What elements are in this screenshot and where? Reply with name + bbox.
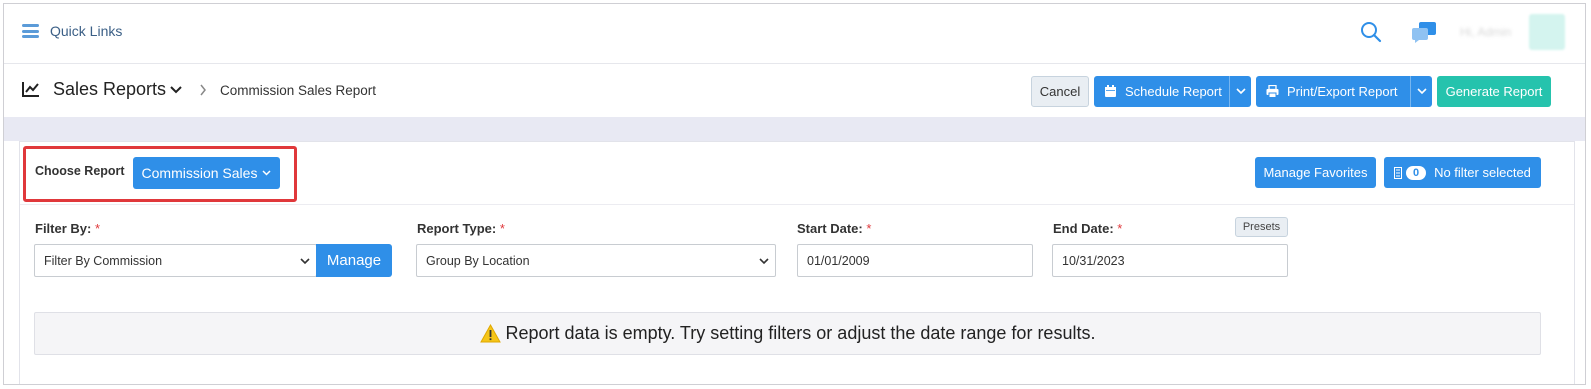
presets-button[interactable]: Presets bbox=[1235, 217, 1288, 237]
report-type-label: Report Type: * bbox=[417, 221, 505, 236]
page-header: Sales Reports Commission Sales Report Ca… bbox=[4, 65, 1585, 117]
hamburger-icon[interactable] bbox=[22, 24, 39, 38]
filter-icon bbox=[1394, 166, 1403, 179]
schedule-dropdown-toggle[interactable] bbox=[1229, 76, 1251, 107]
start-date-label: Start Date: * bbox=[797, 221, 871, 236]
start-date-label-text: Start Date: bbox=[797, 221, 863, 236]
report-card: Choose Report Commission Sales Manage Fa… bbox=[19, 141, 1575, 384]
schedule-report-button[interactable]: Schedule Report bbox=[1094, 76, 1251, 107]
printer-icon bbox=[1266, 85, 1279, 98]
content-background bbox=[4, 117, 1585, 141]
quick-links-link[interactable]: Quick Links bbox=[50, 23, 122, 39]
chevron-down-icon bbox=[759, 258, 769, 265]
report-type-select[interactable]: Group By Location bbox=[416, 244, 776, 277]
required-mark: * bbox=[1117, 221, 1123, 236]
start-date-input[interactable]: 01/01/2009 bbox=[797, 244, 1033, 277]
filter-status-button[interactable]: 0 No filter selected bbox=[1384, 157, 1541, 188]
manage-button[interactable]: Manage bbox=[316, 244, 392, 277]
chevron-down-icon bbox=[300, 258, 310, 265]
empty-report-alert: Report data is empty. Try setting filter… bbox=[34, 312, 1541, 355]
end-date-label-text: End Date: bbox=[1053, 221, 1114, 236]
cancel-button[interactable]: Cancel bbox=[1031, 76, 1089, 107]
required-mark: * bbox=[499, 221, 505, 236]
filter-count-badge: 0 bbox=[1406, 165, 1427, 180]
print-export-label: Print/Export Report bbox=[1287, 84, 1398, 99]
choose-report-label: Choose Report bbox=[35, 164, 125, 178]
print-dropdown-toggle[interactable] bbox=[1410, 76, 1432, 107]
breadcrumb: Commission Sales Report bbox=[220, 83, 377, 98]
end-date-label: End Date: * bbox=[1053, 221, 1122, 236]
filter-by-label-text: Filter By: bbox=[35, 221, 92, 236]
filter-by-value: Filter By Commission bbox=[44, 253, 163, 268]
chat-icon[interactable] bbox=[1410, 20, 1438, 44]
choose-report-value: Commission Sales bbox=[141, 165, 258, 181]
generate-report-button[interactable]: Generate Report bbox=[1437, 76, 1551, 107]
required-mark: * bbox=[866, 221, 872, 236]
filter-by-select[interactable]: Filter By Commission bbox=[34, 244, 317, 277]
filter-status-label: No filter selected bbox=[1434, 165, 1531, 180]
choose-report-dropdown[interactable]: Commission Sales bbox=[133, 157, 280, 189]
chart-icon bbox=[22, 82, 39, 97]
empty-report-message: Report data is empty. Try setting filter… bbox=[505, 323, 1096, 343]
top-bar: Quick Links Hi, Admin bbox=[4, 4, 1585, 64]
avatar[interactable] bbox=[1529, 14, 1565, 50]
chevron-down-icon bbox=[1416, 88, 1427, 95]
report-type-value: Group By Location bbox=[426, 253, 530, 268]
chevron-down-icon[interactable] bbox=[169, 85, 183, 95]
user-name: Hi, Admin bbox=[1460, 25, 1512, 39]
print-export-button[interactable]: Print/Export Report bbox=[1256, 76, 1432, 107]
manage-favorites-button[interactable]: Manage Favorites bbox=[1255, 157, 1376, 188]
filter-by-label: Filter By: * bbox=[35, 221, 100, 236]
page-title[interactable]: Sales Reports bbox=[53, 79, 166, 100]
app-window: Quick Links Hi, Admin Sales Reports Comm… bbox=[3, 3, 1586, 385]
chevron-down-icon bbox=[1235, 88, 1246, 95]
chevron-down-icon bbox=[262, 170, 271, 176]
schedule-report-label: Schedule Report bbox=[1125, 84, 1222, 99]
chevron-right-icon bbox=[200, 84, 206, 96]
calendar-icon bbox=[1105, 85, 1116, 97]
search-icon[interactable] bbox=[1360, 21, 1382, 43]
report-type-label-text: Report Type: bbox=[417, 221, 497, 236]
warning-icon bbox=[479, 324, 501, 343]
end-date-input[interactable]: 10/31/2023 bbox=[1052, 244, 1288, 277]
divider bbox=[20, 204, 1574, 205]
required-mark: * bbox=[94, 221, 101, 236]
